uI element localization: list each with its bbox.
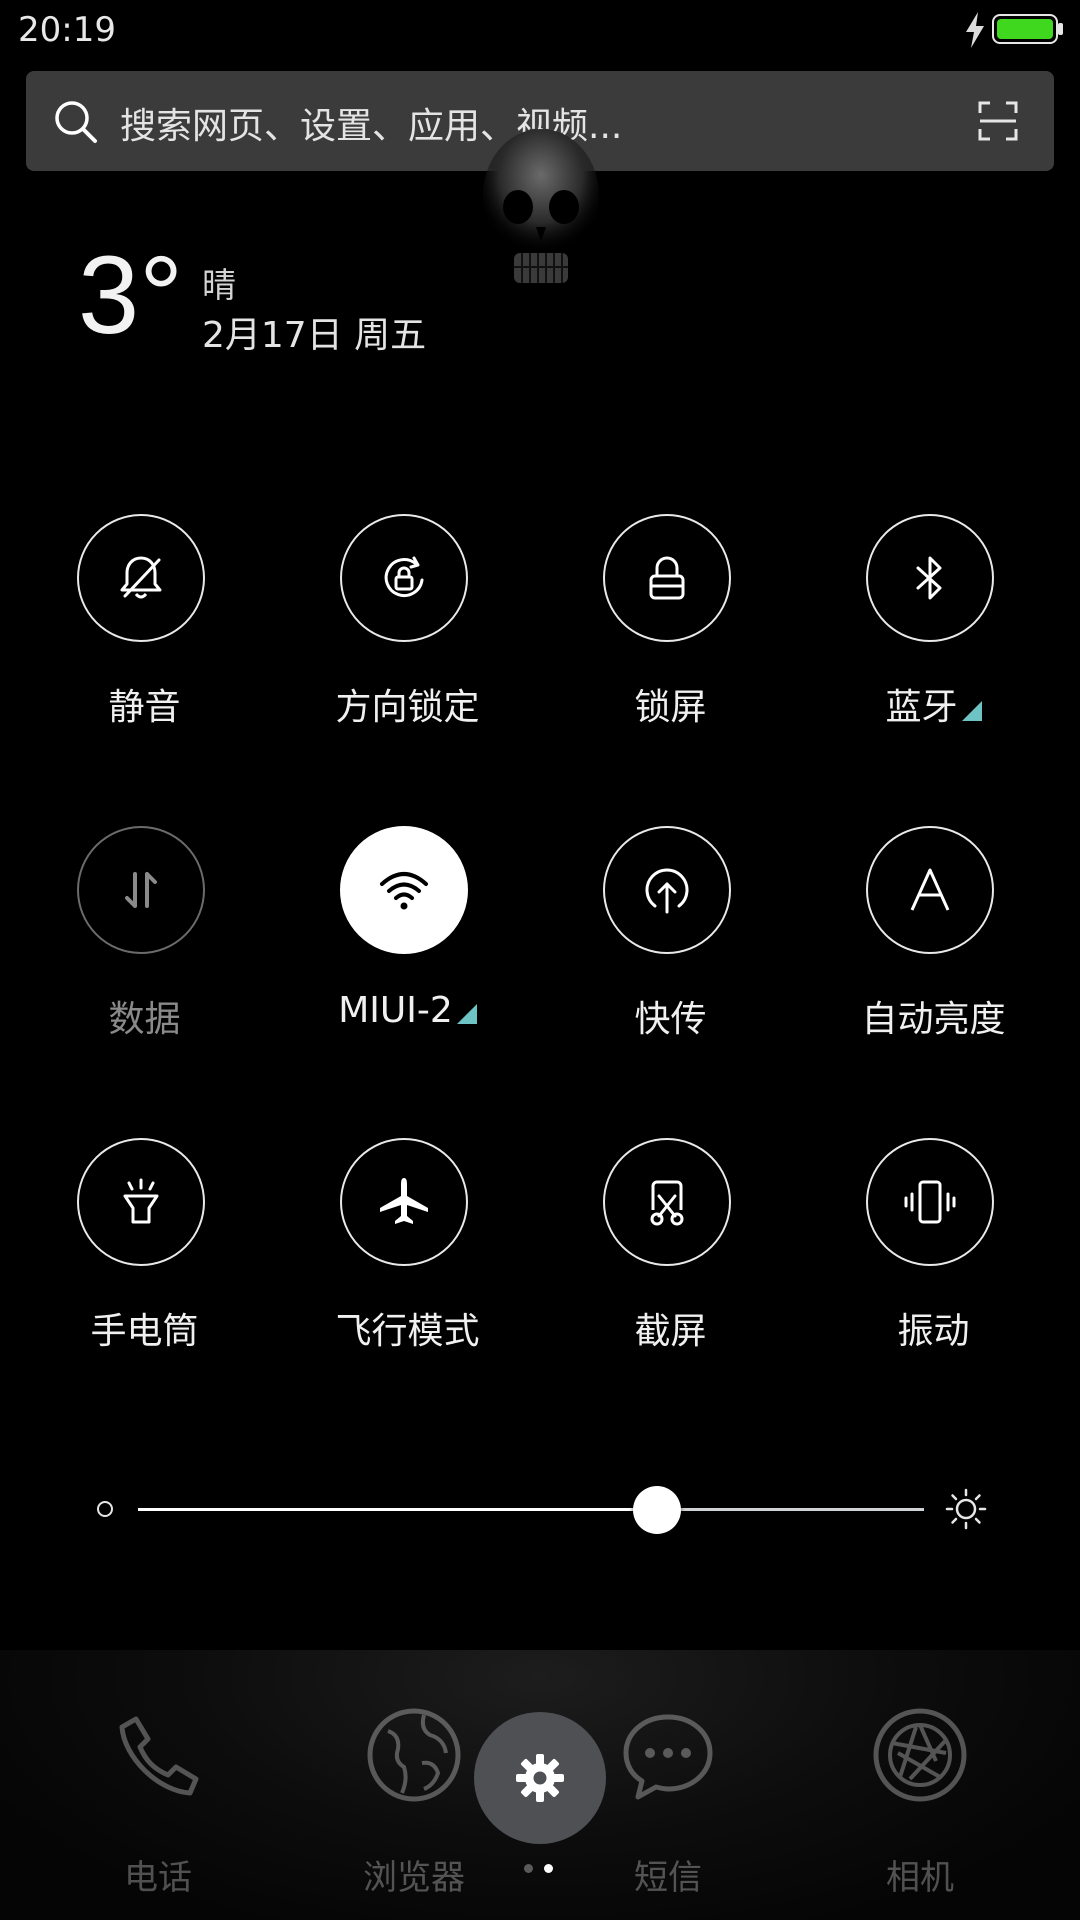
status-time: 20:19 bbox=[18, 10, 116, 50]
camera-icon bbox=[873, 1708, 967, 1802]
dock-camera-label: 相机 bbox=[886, 1858, 954, 1898]
brightness-thumb[interactable] bbox=[632, 1486, 681, 1534]
toggle-bluetooth[interactable]: 蓝牙 bbox=[802, 514, 1065, 744]
toggle-share[interactable]: 快传 bbox=[539, 826, 802, 1056]
brightness-track[interactable] bbox=[138, 1508, 924, 1511]
flashlight-icon bbox=[123, 1178, 159, 1224]
gear-icon bbox=[516, 1754, 564, 1802]
toggle-data-label: 数据 bbox=[108, 999, 181, 1040]
lock-icon bbox=[649, 556, 685, 600]
toggle-wifi[interactable]: MIUI-2 bbox=[276, 826, 539, 1056]
toggle-silent-label: 静音 bbox=[108, 687, 181, 728]
toggle-rotation-label: 方向锁定 bbox=[335, 687, 480, 728]
dock-phone-label: 电话 bbox=[124, 1858, 192, 1898]
upload-icon bbox=[645, 868, 689, 914]
toggle-rotation-button[interactable] bbox=[340, 514, 468, 642]
toggle-wifi-button[interactable] bbox=[340, 826, 468, 954]
toggle-autobright-button[interactable] bbox=[866, 826, 994, 954]
airplane-icon bbox=[380, 1178, 428, 1224]
scan-icon[interactable] bbox=[978, 101, 1018, 141]
toggle-wifi-text: MIUI-2 bbox=[338, 990, 453, 1031]
toggle-share-label: 快传 bbox=[634, 999, 707, 1040]
toggle-flashlight-label: 手电筒 bbox=[90, 1311, 199, 1352]
page-dot bbox=[524, 1864, 533, 1873]
toggle-airplane-button[interactable] bbox=[340, 1138, 468, 1266]
toggle-bluetooth-text: 蓝牙 bbox=[885, 687, 958, 728]
toggle-screenshot-button[interactable] bbox=[603, 1138, 731, 1266]
toggle-data[interactable]: 数据 bbox=[13, 826, 276, 1056]
toggle-airplane[interactable]: 飞行模式 bbox=[276, 1138, 539, 1368]
screenshot-icon bbox=[650, 1180, 684, 1226]
status-bar: 20:19 bbox=[0, 0, 1080, 60]
page-indicator bbox=[524, 1864, 564, 1874]
toggle-screenshot-label: 截屏 bbox=[634, 1311, 707, 1352]
dock-item-camera[interactable]: 相机 bbox=[820, 1650, 1020, 1920]
data-arrows-icon bbox=[125, 872, 157, 908]
toggle-vibrate[interactable]: 振动 bbox=[802, 1138, 1065, 1368]
toggle-airplane-label: 飞行模式 bbox=[335, 1311, 480, 1352]
notification-shade: 20:19 搜索网页、设置、应用、视频... 3° 晴 2月17日 周五 静音 … bbox=[0, 0, 1080, 1920]
toggle-vibrate-button[interactable] bbox=[866, 1138, 994, 1266]
toggle-wifi-label: MIUI-2 bbox=[276, 990, 539, 1031]
dock-item-phone[interactable]: 电话 bbox=[58, 1650, 258, 1920]
vibrate-icon bbox=[904, 1180, 956, 1224]
toggle-rotation[interactable]: 方向锁定 bbox=[276, 514, 539, 744]
battery-icon bbox=[992, 14, 1063, 44]
bluetooth-icon bbox=[916, 556, 942, 600]
rotation-lock-icon bbox=[384, 556, 424, 598]
temperature: 3° bbox=[78, 234, 184, 357]
auto-brightness-icon bbox=[910, 868, 950, 911]
toggle-silent[interactable]: 静音 bbox=[13, 514, 276, 744]
toggle-silent-button[interactable] bbox=[77, 514, 205, 642]
toggle-vibrate-label: 振动 bbox=[897, 1311, 970, 1352]
brightness-slider[interactable] bbox=[90, 1474, 1000, 1544]
toggle-flashlight-button[interactable] bbox=[77, 1138, 205, 1266]
toggle-data-button[interactable] bbox=[77, 826, 205, 954]
toggle-lock-button[interactable] bbox=[603, 514, 731, 642]
brightness-high-icon bbox=[945, 1488, 987, 1530]
more-options-marker bbox=[456, 1004, 477, 1024]
brightness-low-icon bbox=[97, 1501, 113, 1517]
more-options-marker bbox=[961, 701, 982, 721]
wallpaper-skull bbox=[483, 129, 599, 283]
page-dot-active bbox=[544, 1864, 553, 1873]
wifi-icon bbox=[380, 872, 428, 910]
toggle-bluetooth-label: 蓝牙 bbox=[802, 678, 1065, 730]
weather-date: 2月17日 周五 bbox=[202, 315, 427, 356]
bell-off-icon bbox=[120, 556, 162, 599]
toggle-share-button[interactable] bbox=[603, 826, 731, 954]
toggle-autobright[interactable]: 自动亮度 bbox=[802, 826, 1065, 1056]
dock-browser-label: 浏览器 bbox=[363, 1858, 465, 1898]
settings-button[interactable] bbox=[474, 1712, 606, 1844]
browser-icon bbox=[367, 1708, 461, 1802]
dock-messages-label: 短信 bbox=[634, 1858, 702, 1898]
weather-condition: 晴 bbox=[202, 266, 236, 306]
toggle-lock-label: 锁屏 bbox=[634, 687, 707, 728]
toggle-screenshot[interactable]: 截屏 bbox=[539, 1138, 802, 1368]
charging-icon bbox=[966, 12, 984, 48]
toggle-flashlight[interactable]: 手电筒 bbox=[13, 1138, 276, 1368]
toggle-bluetooth-button[interactable] bbox=[866, 514, 994, 642]
phone-icon bbox=[119, 1716, 199, 1796]
toggle-autobright-label: 自动亮度 bbox=[861, 999, 1006, 1040]
message-icon bbox=[623, 1714, 713, 1800]
search-icon bbox=[55, 101, 97, 143]
toggle-lock[interactable]: 锁屏 bbox=[539, 514, 802, 744]
